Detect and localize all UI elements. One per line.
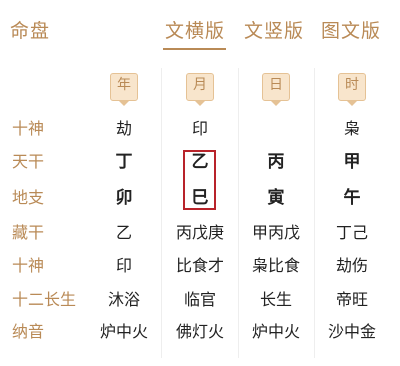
month-pillar-highlight	[183, 150, 216, 210]
row-label-nayin: 纳音	[12, 322, 45, 341]
cell-stage-hour: 帝旺	[335, 290, 368, 309]
tab-graphic-text[interactable]: 图文版	[321, 16, 381, 43]
column-divider	[238, 68, 239, 358]
row-label-ten-gods: 十神	[12, 119, 45, 138]
row-label-hidden-stems: 藏干	[12, 223, 45, 242]
cell-ten-gods-month: 印	[191, 119, 208, 138]
column-divider	[161, 68, 162, 358]
tab-vertical-text[interactable]: 文竖版	[244, 16, 304, 43]
row-label-earthly-branch: 地支	[12, 188, 45, 207]
app-title: 命盘	[10, 20, 51, 42]
header: 命盘 文横版 文竖版 图文版	[0, 0, 400, 56]
active-tab-indicator	[163, 48, 226, 50]
pillar-hour: 时	[338, 73, 366, 106]
row-label-heavenly-stem: 天干	[12, 152, 45, 171]
pillar-month: 月	[186, 73, 214, 106]
tab-horizontal-text[interactable]: 文横版	[165, 16, 225, 43]
pillar-year: 年	[110, 73, 138, 106]
cell-branch-hour: 午	[343, 188, 361, 208]
cell-ten-gods-hidden-hour: 劫伤	[335, 256, 368, 275]
cell-ten-gods-hour: 枭	[343, 119, 360, 138]
pillar-day: 日	[262, 73, 290, 106]
cell-hidden-hour: 丁己	[335, 223, 368, 242]
row-label-twelve-stages: 十二长生	[12, 290, 77, 309]
row-label-ten-gods-hidden: 十神	[12, 256, 45, 275]
column-divider	[314, 68, 315, 358]
cell-nayin-hour: 沙中金	[327, 322, 376, 341]
cell-stem-hour: 甲	[343, 152, 361, 172]
